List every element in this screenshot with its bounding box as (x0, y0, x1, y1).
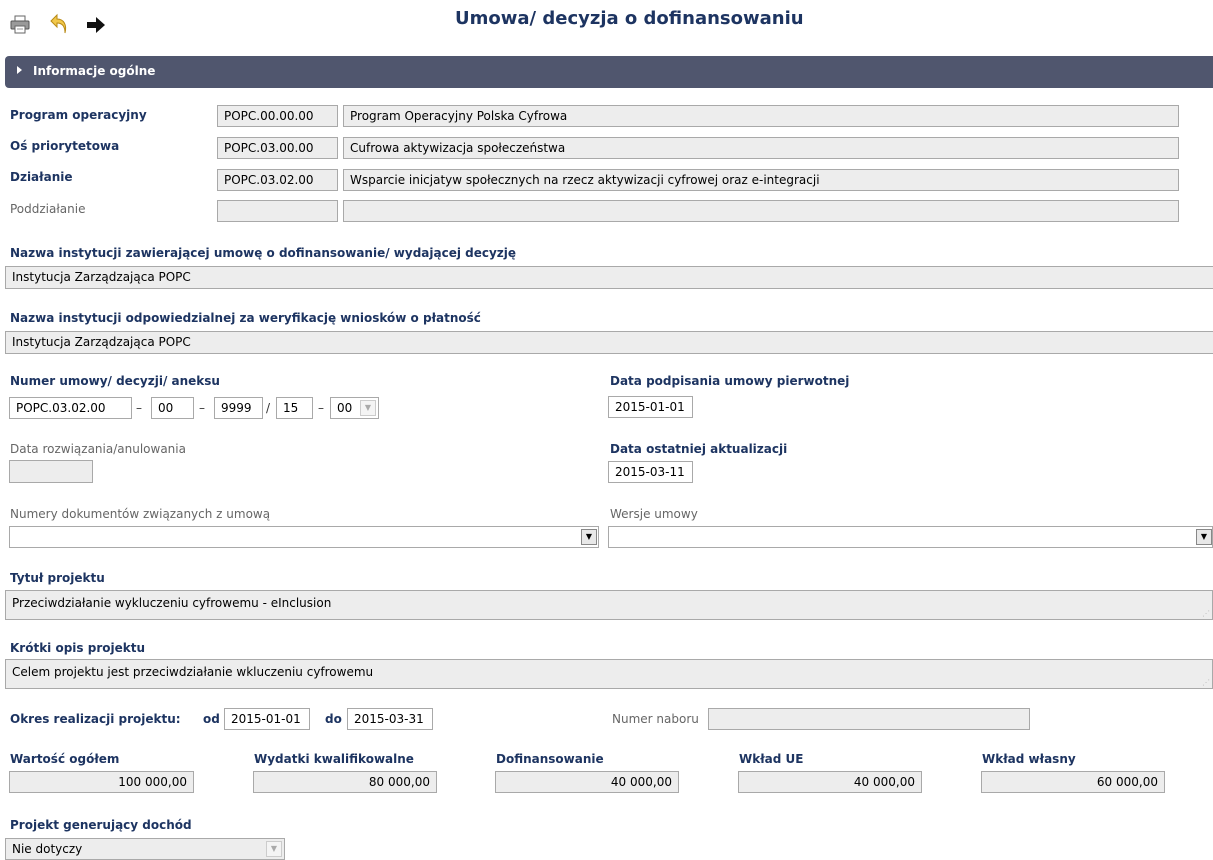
institution-payment-label: Nazwa instytucji odpowiedzialnej za wery… (10, 311, 481, 325)
print-button[interactable] (10, 14, 30, 34)
related-docs-label: Numery dokumentów związanych z umową (10, 507, 271, 521)
income-label: Projekt generujący dochód (10, 818, 192, 832)
income-value: Nie dotyczy (12, 842, 83, 856)
institution-contract-field: Instytucja Zarządzająca POPC (5, 266, 1213, 289)
subaction-label: Poddziałanie (10, 202, 86, 216)
page-title: Umowa/ decyzja o dofinansowaniu (455, 8, 804, 29)
program-code-field: POPC.00.00.00 (217, 105, 338, 127)
contract-number-sep3: / (266, 401, 271, 415)
sign-date-field[interactable]: 2015-01-01 (608, 396, 693, 418)
project-desc-label: Krótki opis projektu (10, 641, 145, 655)
contract-versions-select[interactable] (608, 526, 1213, 548)
subaction-name-field (343, 200, 1179, 222)
call-number-field (708, 708, 1030, 730)
project-title-value: Przeciwdziałanie wykluczeniu cyfrowemu -… (12, 596, 332, 610)
termination-date-field (9, 460, 93, 483)
contract-number-part1[interactable]: POPC.03.02.00 (9, 397, 132, 419)
right-arrow-icon (87, 17, 105, 33)
program-name-field: Program Operacyjny Polska Cyfrowa (343, 105, 1179, 127)
contract-versions-label: Wersje umowy (610, 507, 698, 521)
project-desc-value: Celem projektu jest przeciwdziałanie wkl… (12, 665, 374, 679)
call-number-label: Numer naboru (612, 712, 699, 726)
axis-name-field: Cufrowa aktywizacja społeczeństwa (343, 137, 1179, 159)
axis-label: Oś priorytetowa (10, 139, 120, 153)
income-select[interactable]: Nie dotyczy (5, 838, 285, 860)
value-eligible-label: Wydatki kwalifikowalne (254, 752, 414, 766)
undo-arrow-icon (50, 13, 67, 34)
contract-number-part5-value: 00 (337, 401, 353, 415)
contract-number-sep2: – (199, 401, 205, 415)
section-header[interactable]: Informacje ogólne (5, 56, 1213, 88)
value-total-field: 100 000,00 (9, 771, 194, 793)
sign-date-label: Data podpisania umowy pierwotnej (610, 374, 850, 388)
resize-grip-icon[interactable]: ⋰ (1202, 679, 1210, 687)
update-date-field[interactable]: 2015-03-11 (608, 461, 693, 483)
value-own-label: Wkład własny (982, 752, 1076, 766)
action-label: Działanie (10, 170, 73, 184)
contract-number-sep4: – (318, 401, 324, 415)
program-label: Program operacyjny (10, 108, 147, 122)
value-funding-field: 40 000,00 (495, 771, 679, 793)
contract-number-part2[interactable]: 00 (151, 397, 194, 419)
value-funding-label: Dofinansowanie (496, 752, 604, 766)
value-eligible-field: 80 000,00 (253, 771, 437, 793)
update-date-label: Data ostatniej aktualizacji (610, 442, 788, 456)
action-name-field: Wsparcie inicjatyw społecznych na rzecz … (343, 169, 1179, 191)
contract-number-label: Numer umowy/ decyzji/ aneksu (10, 374, 220, 388)
period-from-label: od (203, 712, 220, 726)
back-button[interactable] (50, 13, 70, 35)
section-label: Informacje ogólne (33, 64, 156, 78)
subaction-code-field (217, 200, 338, 222)
contract-number-part4[interactable]: 15 (276, 397, 313, 419)
period-label: Okres realizacji projektu: (10, 712, 181, 726)
project-title-field: Przeciwdziałanie wykluczeniu cyfrowemu -… (5, 590, 1213, 620)
related-docs-select[interactable] (9, 526, 599, 548)
next-button[interactable] (86, 16, 106, 34)
expand-triangle-icon (17, 66, 22, 74)
printer-icon (10, 15, 30, 34)
project-desc-field: Celem projektu jest przeciwdziałanie wkl… (5, 659, 1213, 689)
axis-code-field: POPC.03.00.00 (217, 137, 338, 159)
institution-payment-field: Instytucja Zarządzająca POPC (5, 331, 1213, 354)
period-from-field[interactable]: 2015-01-01 (224, 708, 310, 730)
contract-number-part3[interactable]: 9999 (214, 397, 263, 419)
resize-grip-icon[interactable]: ⋰ (1202, 610, 1210, 618)
value-eu-label: Wkład UE (739, 752, 804, 766)
period-to-label: do (325, 712, 342, 726)
chevron-down-icon[interactable]: ▼ (360, 400, 376, 416)
institution-contract-label: Nazwa instytucji zawierającej umowę o do… (10, 246, 517, 260)
contract-number-sep1: – (136, 401, 142, 415)
project-title-label: Tytuł projektu (10, 571, 105, 585)
value-eu-field: 40 000,00 (738, 771, 922, 793)
period-to-field[interactable]: 2015-03-31 (347, 708, 433, 730)
chevron-down-icon[interactable]: ▼ (1196, 529, 1212, 545)
value-own-field: 60 000,00 (981, 771, 1165, 793)
action-code-field: POPC.03.02.00 (217, 169, 338, 191)
chevron-down-icon[interactable]: ▼ (266, 841, 282, 857)
value-total-label: Wartość ogółem (10, 752, 120, 766)
chevron-down-icon[interactable]: ▼ (581, 529, 597, 545)
termination-date-label: Data rozwiązania/anulowania (10, 442, 186, 456)
